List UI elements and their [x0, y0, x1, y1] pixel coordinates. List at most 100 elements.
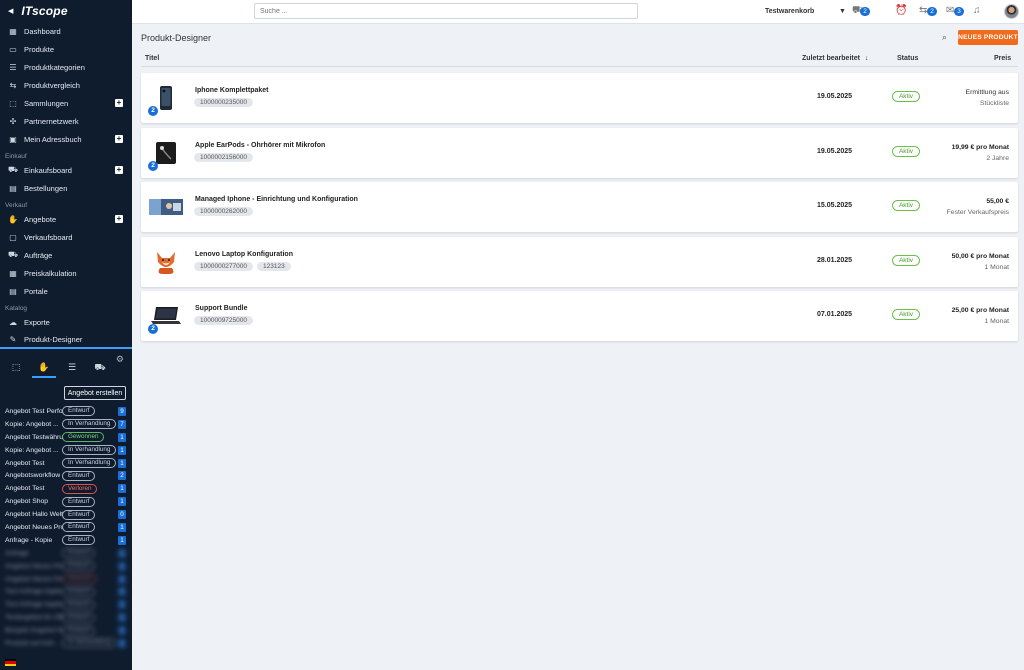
product-price: 25,00 € pro Monat 1 Monat — [952, 305, 1009, 327]
tab-handshake-icon[interactable]: ✋ — [32, 362, 56, 378]
alarm-clock-icon[interactable]: ⏰ — [895, 5, 907, 16]
plus-icon[interactable]: + — [115, 99, 123, 107]
price-sub: 2 Jahre — [986, 154, 1009, 162]
offer-row[interactable]: Kopie: Angebot ... In Verhandlung 7 — [0, 418, 132, 431]
offer-count-badge: 1 — [118, 548, 126, 558]
plus-icon[interactable]: + — [115, 215, 123, 223]
plus-icon[interactable]: + — [115, 135, 123, 143]
sidebar-item-portale[interactable]: ▤ Portale — [0, 282, 132, 300]
sidebar-item-aufträge[interactable]: ⛟ Aufträge — [0, 246, 132, 264]
sidebar-item-verkaufsboard[interactable]: ▢ Verkaufsboard — [0, 228, 132, 246]
offer-status-badge: Entwurf — [62, 522, 96, 533]
offer-count-badge: 9 — [118, 406, 126, 416]
offer-row[interactable]: Beispiel Angebot für Offi... Entwurf 1 — [0, 624, 132, 637]
offer-row[interactable]: Angebotsworkflow Entwurf 2 — [0, 469, 132, 482]
sidebar-item-label: Einkaufsboard — [24, 165, 72, 175]
offer-row[interactable]: Angebot Neues Produkt... Entwurf 1 — [0, 560, 132, 573]
sidebar-item-preiskalkulation[interactable]: ▦ Preiskalkulation — [0, 264, 132, 282]
search-input[interactable] — [254, 3, 638, 19]
offer-row[interactable]: Produkt auf Anfr... In Verhandlung 1 — [0, 637, 132, 650]
column-edited[interactable]: Zuletzt bearbeitet ↓ — [802, 55, 868, 62]
new-product-button[interactable]: NEUES PRODUKT — [958, 30, 1018, 45]
product-price: 55,00 € Fester Verkaufspreis — [947, 196, 1009, 218]
sidebar-item-mein-adressbuch[interactable]: ▣ Mein Adressbuch + — [0, 130, 132, 148]
tab-box-icon[interactable]: ⬚ — [4, 362, 28, 378]
sidebar-item-produktvergleich[interactable]: ⇆ Produktvergleich — [0, 76, 132, 94]
offer-row[interactable]: Angebot Testwährung Gewonnen 1 — [0, 431, 132, 444]
offer-row[interactable]: Angebot Test In Verhandlung 1 — [0, 457, 132, 470]
column-status[interactable]: Status — [897, 55, 918, 62]
offer-row[interactable]: Angebot Neues Produkt... Entwurf 1 — [0, 521, 132, 534]
cart-select[interactable]: Testwarenkorb ▼ — [765, 8, 846, 15]
sidebar-item-dashboard[interactable]: ▦ Dashboard — [0, 22, 132, 40]
offer-row[interactable]: Anfrage - Kopie Entwurf 1 — [0, 534, 132, 547]
offer-row[interactable]: Angebot Test Verloren 1 — [0, 482, 132, 495]
offer-row[interactable]: Testangebot für Office Entwurf 1 — [0, 611, 132, 624]
network-icon: ✣ — [9, 116, 17, 126]
sidebar-item-bestellungen[interactable]: ▤ Bestellungen — [0, 179, 132, 197]
offer-count-badge: 1 — [118, 432, 126, 442]
collapse-arrow-icon[interactable]: ◀ — [8, 7, 13, 15]
transfer-count-badge: 2 — [927, 7, 937, 16]
sku-badge: 1000009725000 — [194, 316, 253, 325]
sidebar-tabs: ⬚ ✋ ☰ ⛟ — [0, 362, 132, 378]
product-card[interactable]: 2 Apple EarPods - Ohrhörer mit Mikrofon 10… — [141, 127, 1018, 178]
offer-status-badge: Entwurf — [62, 470, 96, 481]
sidebar-item-partnernetzwerk[interactable]: ✣ Partnernetzwerk — [0, 112, 132, 130]
offer-count-badge: 1 — [118, 458, 126, 468]
create-offer-button[interactable]: Angebot erstellen — [64, 386, 126, 400]
offer-count-badge: 2 — [118, 471, 126, 481]
sidebar-item-angebote[interactable]: ✋ Angebote + — [0, 210, 132, 228]
edited-date: 19.05.2025 — [817, 93, 853, 100]
offer-status-badge: Entwurf — [62, 496, 96, 507]
offer-row[interactable]: Angebot Shop Entwurf 1 — [0, 495, 132, 508]
offer-row[interactable]: Test Anfrage Apple Entwurf 1 — [0, 598, 132, 611]
product-card[interactable]: 2 Support Bundle 1000009725000 07.01.2025 Ak… — [141, 291, 1018, 341]
sidebar-item-produkte[interactable]: ▭ Produkte — [0, 40, 132, 58]
column-price[interactable]: Preis — [994, 55, 1011, 62]
bell-icon[interactable]: ♫ — [973, 5, 981, 16]
chevron-down-icon: ▼ — [839, 8, 846, 15]
product-card[interactable]: Managed Iphone - Einrichtung und Konfigu… — [141, 182, 1018, 232]
german-flag-icon[interactable] — [5, 659, 16, 666]
product-title: Lenovo Laptop Konfiguration — [195, 250, 293, 258]
truck-icon: ⛟ — [7, 250, 19, 259]
sidebar-item-sammlungen[interactable]: ⬚ Sammlungen + — [0, 94, 132, 112]
edited-date: 07.01.2025 — [817, 311, 853, 318]
product-thumbnail — [149, 192, 183, 222]
offer-row[interactable]: Anfrage Entwurf 1 — [0, 547, 132, 560]
offer-row[interactable]: Angebot Test Performa... Entwurf 9 — [0, 405, 132, 418]
offer-row[interactable]: Test Anfrage Apple - Ru... Entwurf 1 — [0, 585, 132, 598]
product-card[interactable]: 2 Iphone Komplettpaket 1000000235000 19.05.… — [141, 73, 1018, 123]
sidebar-item-produktkategorien[interactable]: ☰ Produktkategorien — [0, 58, 132, 76]
offer-status-badge: Entwurf — [62, 548, 96, 559]
column-title[interactable]: Titel — [145, 55, 159, 62]
product-card[interactable]: Lenovo Laptop Konfiguration 1000000277000… — [141, 236, 1018, 287]
calculator-icon: ▦ — [9, 268, 17, 278]
sku-badge: 1000002156000 — [194, 152, 253, 162]
tab-list-icon[interactable]: ☰ — [60, 362, 84, 378]
tab-cart-icon[interactable]: ⛟ — [88, 362, 112, 378]
plus-icon[interactable]: + — [115, 166, 123, 174]
offer-row[interactable]: Kopie: Angebot ... In Verhandlung 1 — [0, 444, 132, 457]
sidebar-item-label: Portale — [24, 286, 48, 296]
offer-row[interactable]: Angebot Neues Produkt Verloren 1 — [0, 573, 132, 586]
sidebar-item-produkt-designer[interactable]: ✎ Produkt-Designer — [0, 331, 132, 349]
offer-count-badge: 1 — [118, 497, 126, 507]
status-badge: Aktiv — [892, 309, 920, 320]
sidebar-item-einkaufsboard[interactable]: ⛟ Einkaufsboard + — [0, 161, 132, 179]
column-edited-label: Zuletzt bearbeitet — [802, 55, 860, 62]
sidebar-item-exporte[interactable]: ☁ Exporte — [0, 313, 132, 331]
price-main: 19,99 € pro Monat — [951, 143, 1009, 151]
offer-status-badge: Gewonnen — [62, 432, 105, 443]
product-price: 50,00 € pro Monat 1 Monat — [952, 251, 1009, 273]
offer-row[interactable]: Angebot Hallo Welt Entwurf 0 — [0, 508, 132, 521]
offer-count-badge: 1 — [118, 587, 126, 597]
edited-date: 19.05.2025 — [817, 147, 853, 155]
addressbook-icon: ▣ — [9, 134, 17, 144]
nav-katalog: ☁ Exporte ✎ Produkt-Designer — [0, 313, 132, 349]
list-icon: ☰ — [9, 62, 17, 72]
sidebar-item-label: Exporte — [24, 317, 50, 327]
avatar[interactable] — [1004, 4, 1019, 19]
search-icon[interactable]: ⌕ — [942, 32, 947, 43]
